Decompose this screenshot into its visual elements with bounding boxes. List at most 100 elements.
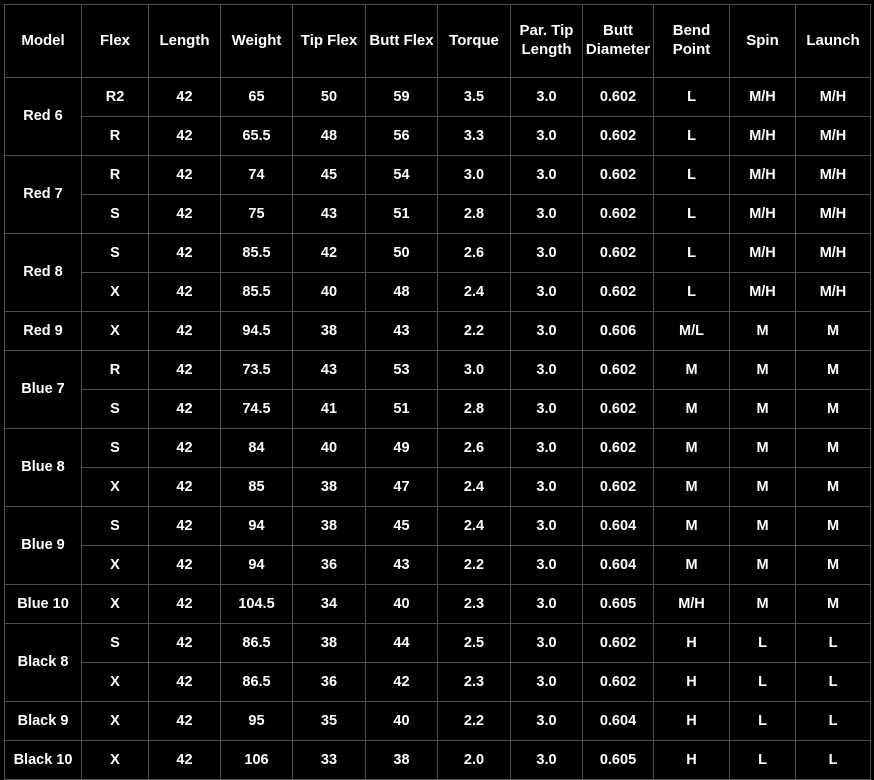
cell-flex: X <box>81 545 149 585</box>
column-header-launch[interactable]: Launch <box>795 4 871 78</box>
cell-butt_flex: 42 <box>365 662 438 702</box>
cell-tip_flex: 34 <box>292 584 366 624</box>
cell-tip_flex: 40 <box>292 428 366 468</box>
column-header-butt_flex[interactable]: Butt Flex <box>365 4 438 78</box>
column-header-par_tip_length[interactable]: Par. Tip Length <box>510 4 583 78</box>
cell-butt_diameter: 0.604 <box>582 701 654 741</box>
cell-torque: 2.8 <box>437 194 511 234</box>
table-row: Blue 8 S 42 84 40 49 2.6 3.0 0.602 M M M <box>4 428 871 507</box>
cell-flex: X <box>81 467 149 507</box>
model-name-cell: Blue 8 <box>4 428 82 507</box>
cell-bend_point: M <box>653 428 730 468</box>
cell-par_tip_length: 3.0 <box>510 584 583 624</box>
cell-bend_point: L <box>653 77 730 117</box>
cell-length: 42 <box>148 467 221 507</box>
cell-butt_diameter: 0.602 <box>582 467 654 507</box>
cell-butt_flex: 45 <box>365 506 438 546</box>
cell-launch: M/H <box>795 194 871 234</box>
cell-launch: M/H <box>795 116 871 156</box>
column-header-length[interactable]: Length <box>148 4 221 78</box>
cell-weight: 95 <box>220 701 293 741</box>
cell-launch: M <box>795 350 871 390</box>
cell-butt_flex: 54 <box>365 155 438 195</box>
shaft-spec-table-container: Model Flex Length Weight Tip Flex Butt Flex To… <box>0 0 874 780</box>
cell-launch: L <box>795 623 871 663</box>
cell-weight: 85 <box>220 467 293 507</box>
column-header-spin[interactable]: Spin <box>729 4 796 78</box>
cell-spin: M <box>729 506 796 546</box>
cell-length: 42 <box>148 428 221 468</box>
cell-flex: R2 <box>81 77 149 117</box>
column-header-bend_point[interactable]: Bend Point <box>653 4 730 78</box>
cell-tip_flex: 36 <box>292 545 366 585</box>
cell-butt_flex: 43 <box>365 545 438 585</box>
cell-weight: 75 <box>220 194 293 234</box>
cell-bend_point: H <box>653 662 730 702</box>
cell-launch: M <box>795 584 871 624</box>
cell-tip_flex: 50 <box>292 77 366 117</box>
cell-flex: X <box>81 740 149 780</box>
cell-bend_point: M/H <box>653 584 730 624</box>
shaft-specification-table: Model Flex Length Weight Tip Flex Butt Flex To… <box>4 4 871 780</box>
cell-weight: 86.5 <box>220 623 293 663</box>
cell-length: 42 <box>148 701 221 741</box>
cell-spin: M/H <box>729 194 796 234</box>
cell-weight: 106 <box>220 740 293 780</box>
table-row: X 42 85 38 47 2.4 3.0 0.602 M M M <box>5 467 871 507</box>
cell-launch: L <box>795 740 871 780</box>
table-row: Blue 9 S 42 94 38 45 2.4 3.0 0.604 M M M <box>4 506 871 585</box>
cell-flex: S <box>81 428 149 468</box>
cell-launch: M/H <box>795 272 871 312</box>
cell-spin: M <box>729 584 796 624</box>
cell-length: 42 <box>148 233 221 273</box>
table-row: Red 6 R2 42 65 50 59 3.5 3.0 0.602 L M/H M/H <box>4 77 871 156</box>
cell-bend_point: M <box>653 506 730 546</box>
table-row: Black 8 S 42 86.5 38 44 2.5 3.0 0.602 H L L <box>4 623 871 702</box>
model-name-cell: Blue 9 <box>4 506 82 585</box>
cell-bend_point: M <box>653 545 730 585</box>
column-header-flex[interactable]: Flex <box>81 4 149 78</box>
cell-launch: M <box>795 467 871 507</box>
table-row: S 42 74.5 41 51 2.8 3.0 0.602 M M M <box>5 389 871 429</box>
model-name-cell: Red 6 <box>4 77 82 156</box>
cell-butt_diameter: 0.602 <box>582 77 654 117</box>
model-name-cell: Black 8 <box>4 623 82 702</box>
column-header-model[interactable]: Model <box>4 4 82 78</box>
model-name-cell: Red 8 <box>4 233 82 312</box>
column-header-torque[interactable]: Torque <box>437 4 511 78</box>
cell-torque: 2.2 <box>437 311 511 351</box>
table-header: Model Flex Length Weight Tip Flex Butt Flex To… <box>4 4 871 78</box>
cell-weight: 84 <box>220 428 293 468</box>
column-header-tip_flex[interactable]: Tip Flex <box>292 4 366 78</box>
cell-butt_diameter: 0.602 <box>582 350 654 390</box>
cell-butt_diameter: 0.602 <box>582 662 654 702</box>
table-row: Black 9 X 42 95 35 40 2.2 3.0 0.604 H L L <box>4 701 871 741</box>
cell-bend_point: M <box>653 389 730 429</box>
cell-tip_flex: 38 <box>292 506 366 546</box>
cell-par_tip_length: 3.0 <box>510 428 583 468</box>
column-header-weight[interactable]: Weight <box>220 4 293 78</box>
cell-bend_point: L <box>653 233 730 273</box>
cell-launch: M/H <box>795 155 871 195</box>
model-name-cell: Blue 7 <box>4 350 82 429</box>
cell-flex: R <box>81 116 149 156</box>
column-header-butt_diameter[interactable]: Butt Diameter <box>582 4 654 78</box>
cell-butt_diameter: 0.602 <box>582 623 654 663</box>
cell-spin: M/H <box>729 77 796 117</box>
cell-weight: 73.5 <box>220 350 293 390</box>
cell-butt_diameter: 0.605 <box>582 584 654 624</box>
cell-torque: 3.3 <box>437 116 511 156</box>
cell-par_tip_length: 3.0 <box>510 506 583 546</box>
cell-length: 42 <box>148 194 221 234</box>
cell-spin: M/H <box>729 233 796 273</box>
cell-spin: L <box>729 623 796 663</box>
cell-butt_flex: 56 <box>365 116 438 156</box>
cell-torque: 3.5 <box>437 77 511 117</box>
cell-butt_flex: 51 <box>365 194 438 234</box>
cell-spin: M/H <box>729 116 796 156</box>
cell-launch: M <box>795 389 871 429</box>
cell-par_tip_length: 3.0 <box>510 701 583 741</box>
cell-weight: 94 <box>220 506 293 546</box>
cell-weight: 85.5 <box>220 233 293 273</box>
cell-torque: 2.3 <box>437 584 511 624</box>
